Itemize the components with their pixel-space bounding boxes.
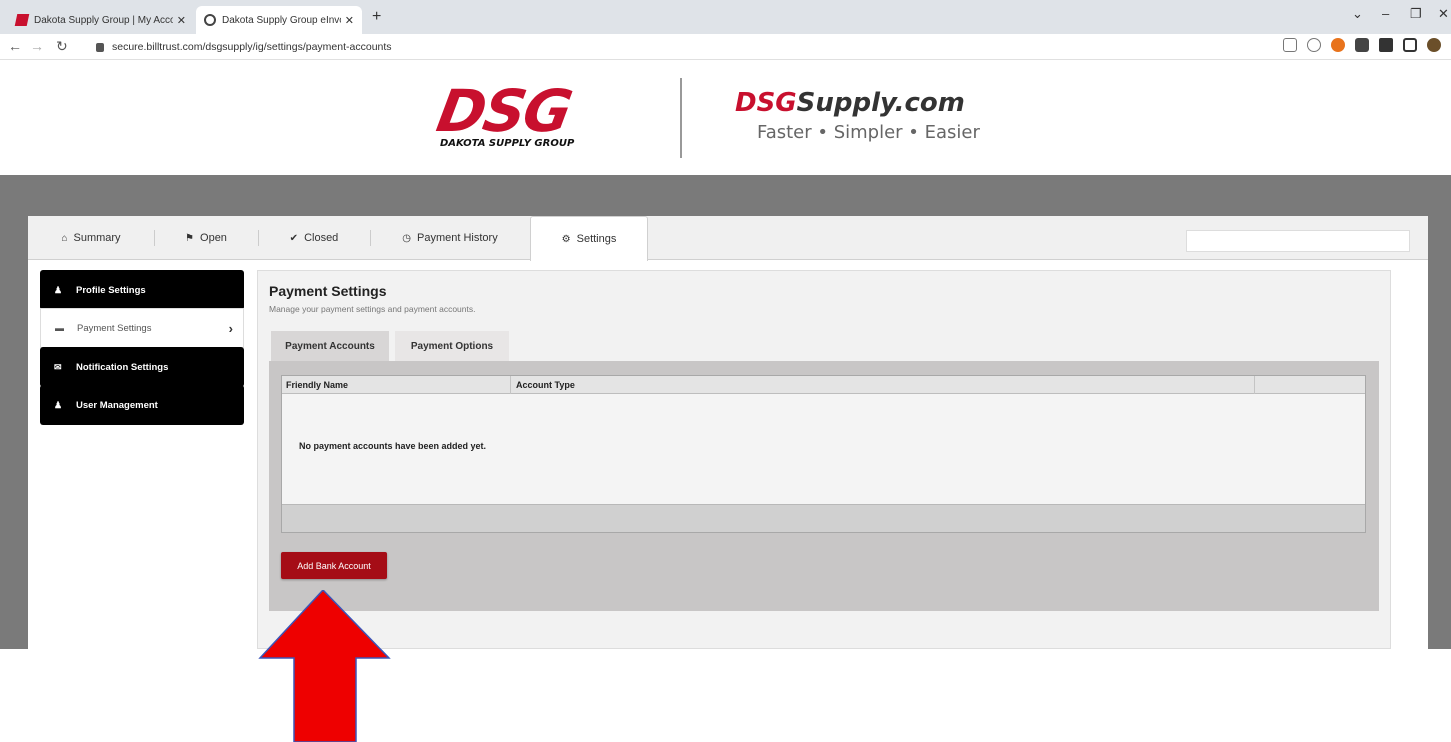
sidebar-item-label: User Management xyxy=(76,399,158,411)
sidebar-item-label: Profile Settings xyxy=(76,284,146,296)
arrow-shape xyxy=(258,590,391,742)
tab-label: Settings xyxy=(576,233,617,245)
sidepanel-icon[interactable] xyxy=(1403,38,1417,52)
tab-label: Closed xyxy=(304,232,339,244)
extension-icon[interactable] xyxy=(1331,38,1345,52)
browser-tab-my-account[interactable]: Dakota Supply Group | My Acco ✕ xyxy=(8,6,194,34)
chevron-right-icon: › xyxy=(228,320,233,336)
payment-accounts-table: Friendly Name Account Type No payment ac… xyxy=(281,375,1366,533)
tab-payment-history[interactable]: ◷ Payment History xyxy=(370,216,530,260)
sidebar-item-notification-settings[interactable]: ✉ Notification Settings xyxy=(40,347,244,387)
sidebar-item-payment-settings[interactable]: ▬ Payment Settings › xyxy=(40,308,244,348)
site-name: DSGSupply.com xyxy=(735,88,965,118)
browser-tab-title: Dakota Supply Group eInvoice C xyxy=(222,14,341,26)
column-divider xyxy=(510,376,511,394)
logo-letters: DSG xyxy=(432,77,576,145)
dsg-logo[interactable]: DSG DAKOTA SUPPLY GROUP xyxy=(432,77,638,152)
user-icon: ♟ xyxy=(54,399,63,410)
sidebar-item-user-management[interactable]: ♟ User Management xyxy=(40,385,244,425)
tagline: Faster • Simpler • Easier xyxy=(757,122,980,143)
share-icon[interactable] xyxy=(1283,38,1297,52)
close-window-icon[interactable]: ✕ xyxy=(1438,6,1449,22)
browser-tab-title: Dakota Supply Group | My Acco xyxy=(34,14,173,26)
tab-label: Summary xyxy=(73,232,121,244)
close-tab-icon[interactable]: ✕ xyxy=(177,14,186,27)
new-tab-button[interactable]: + xyxy=(372,8,381,26)
flag-icon: ⚑ xyxy=(185,232,195,244)
tab-payment-options[interactable]: Payment Options xyxy=(395,331,509,361)
url-text: secure.billtrust.com/dsgsupply/ig/settin… xyxy=(112,41,392,53)
search-input[interactable] xyxy=(1186,230,1410,252)
restore-icon[interactable]: ❐ xyxy=(1410,6,1422,22)
header-divider xyxy=(680,78,682,158)
lock-icon xyxy=(96,42,104,52)
extension-icon[interactable] xyxy=(1355,38,1369,52)
table-footer xyxy=(282,504,1365,532)
envelope-icon: ✉ xyxy=(54,361,62,372)
page-title: Payment Settings xyxy=(269,283,387,299)
table-header: Friendly Name Account Type xyxy=(282,376,1365,394)
puzzle-icon[interactable] xyxy=(1379,38,1393,52)
url-field[interactable]: secure.billtrust.com/dsgsupply/ig/settin… xyxy=(96,38,1246,56)
close-tab-icon[interactable]: ✕ xyxy=(345,14,354,27)
globe-icon xyxy=(204,14,216,26)
tab-settings[interactable]: ⚙ Settings xyxy=(530,216,648,261)
extension-icons xyxy=(1283,38,1441,52)
back-icon[interactable]: ← xyxy=(8,38,22,54)
page-subtitle: Manage your payment settings and payment… xyxy=(269,304,476,314)
add-bank-account-button[interactable]: Add Bank Account xyxy=(281,552,387,579)
sidebar-item-label: Notification Settings xyxy=(76,361,169,373)
browser-tab-einvoice[interactable]: Dakota Supply Group eInvoice C ✕ xyxy=(196,6,362,34)
avatar[interactable] xyxy=(1427,38,1441,52)
user-icon: ♟ xyxy=(54,284,63,295)
forward-icon[interactable]: → xyxy=(30,38,44,54)
column-header-friendly-name[interactable]: Friendly Name xyxy=(286,380,348,390)
sidebar-item-label: Payment Settings xyxy=(77,322,152,334)
tab-closed[interactable]: ✔ Closed xyxy=(258,216,370,260)
clock-icon: ◷ xyxy=(402,232,412,244)
reload-icon[interactable]: ↻ xyxy=(56,38,68,55)
column-divider xyxy=(1254,376,1255,394)
empty-table-message: No payment accounts have been added yet. xyxy=(299,441,487,451)
site-logo[interactable]: DSGSupply.com Faster • Simpler • Easier xyxy=(735,88,980,143)
column-header-account-type[interactable]: Account Type xyxy=(516,380,575,390)
card-icon: ▬ xyxy=(55,323,64,333)
sidebar-item-profile-settings[interactable]: ♟ Profile Settings xyxy=(40,270,244,310)
tab-open[interactable]: ⚑ Open xyxy=(154,216,258,260)
home-icon: ⌂ xyxy=(61,232,68,244)
check-icon: ✔ xyxy=(289,232,299,244)
star-icon[interactable] xyxy=(1307,38,1321,52)
tab-label: Payment History xyxy=(417,232,498,244)
site-header: DSG DAKOTA SUPPLY GROUP DSGSupply.com Fa… xyxy=(0,60,1451,175)
dsg-favicon-icon xyxy=(14,14,30,26)
minimize-icon[interactable]: – xyxy=(1382,6,1389,21)
address-bar-row: ← → ↻ secure.billtrust.com/dsgsupply/ig/… xyxy=(0,34,1451,60)
tab-payment-accounts[interactable]: Payment Accounts xyxy=(271,331,389,361)
gear-icon: ⚙ xyxy=(561,233,571,245)
tab-label: Open xyxy=(200,232,227,244)
tab-summary[interactable]: ⌂ Summary xyxy=(28,216,154,260)
browser-tab-bar: Dakota Supply Group | My Acco ✕ Dakota S… xyxy=(0,0,1451,34)
annotation-arrow-icon xyxy=(258,590,391,742)
tab-search-icon[interactable]: ⌄ xyxy=(1352,6,1363,22)
